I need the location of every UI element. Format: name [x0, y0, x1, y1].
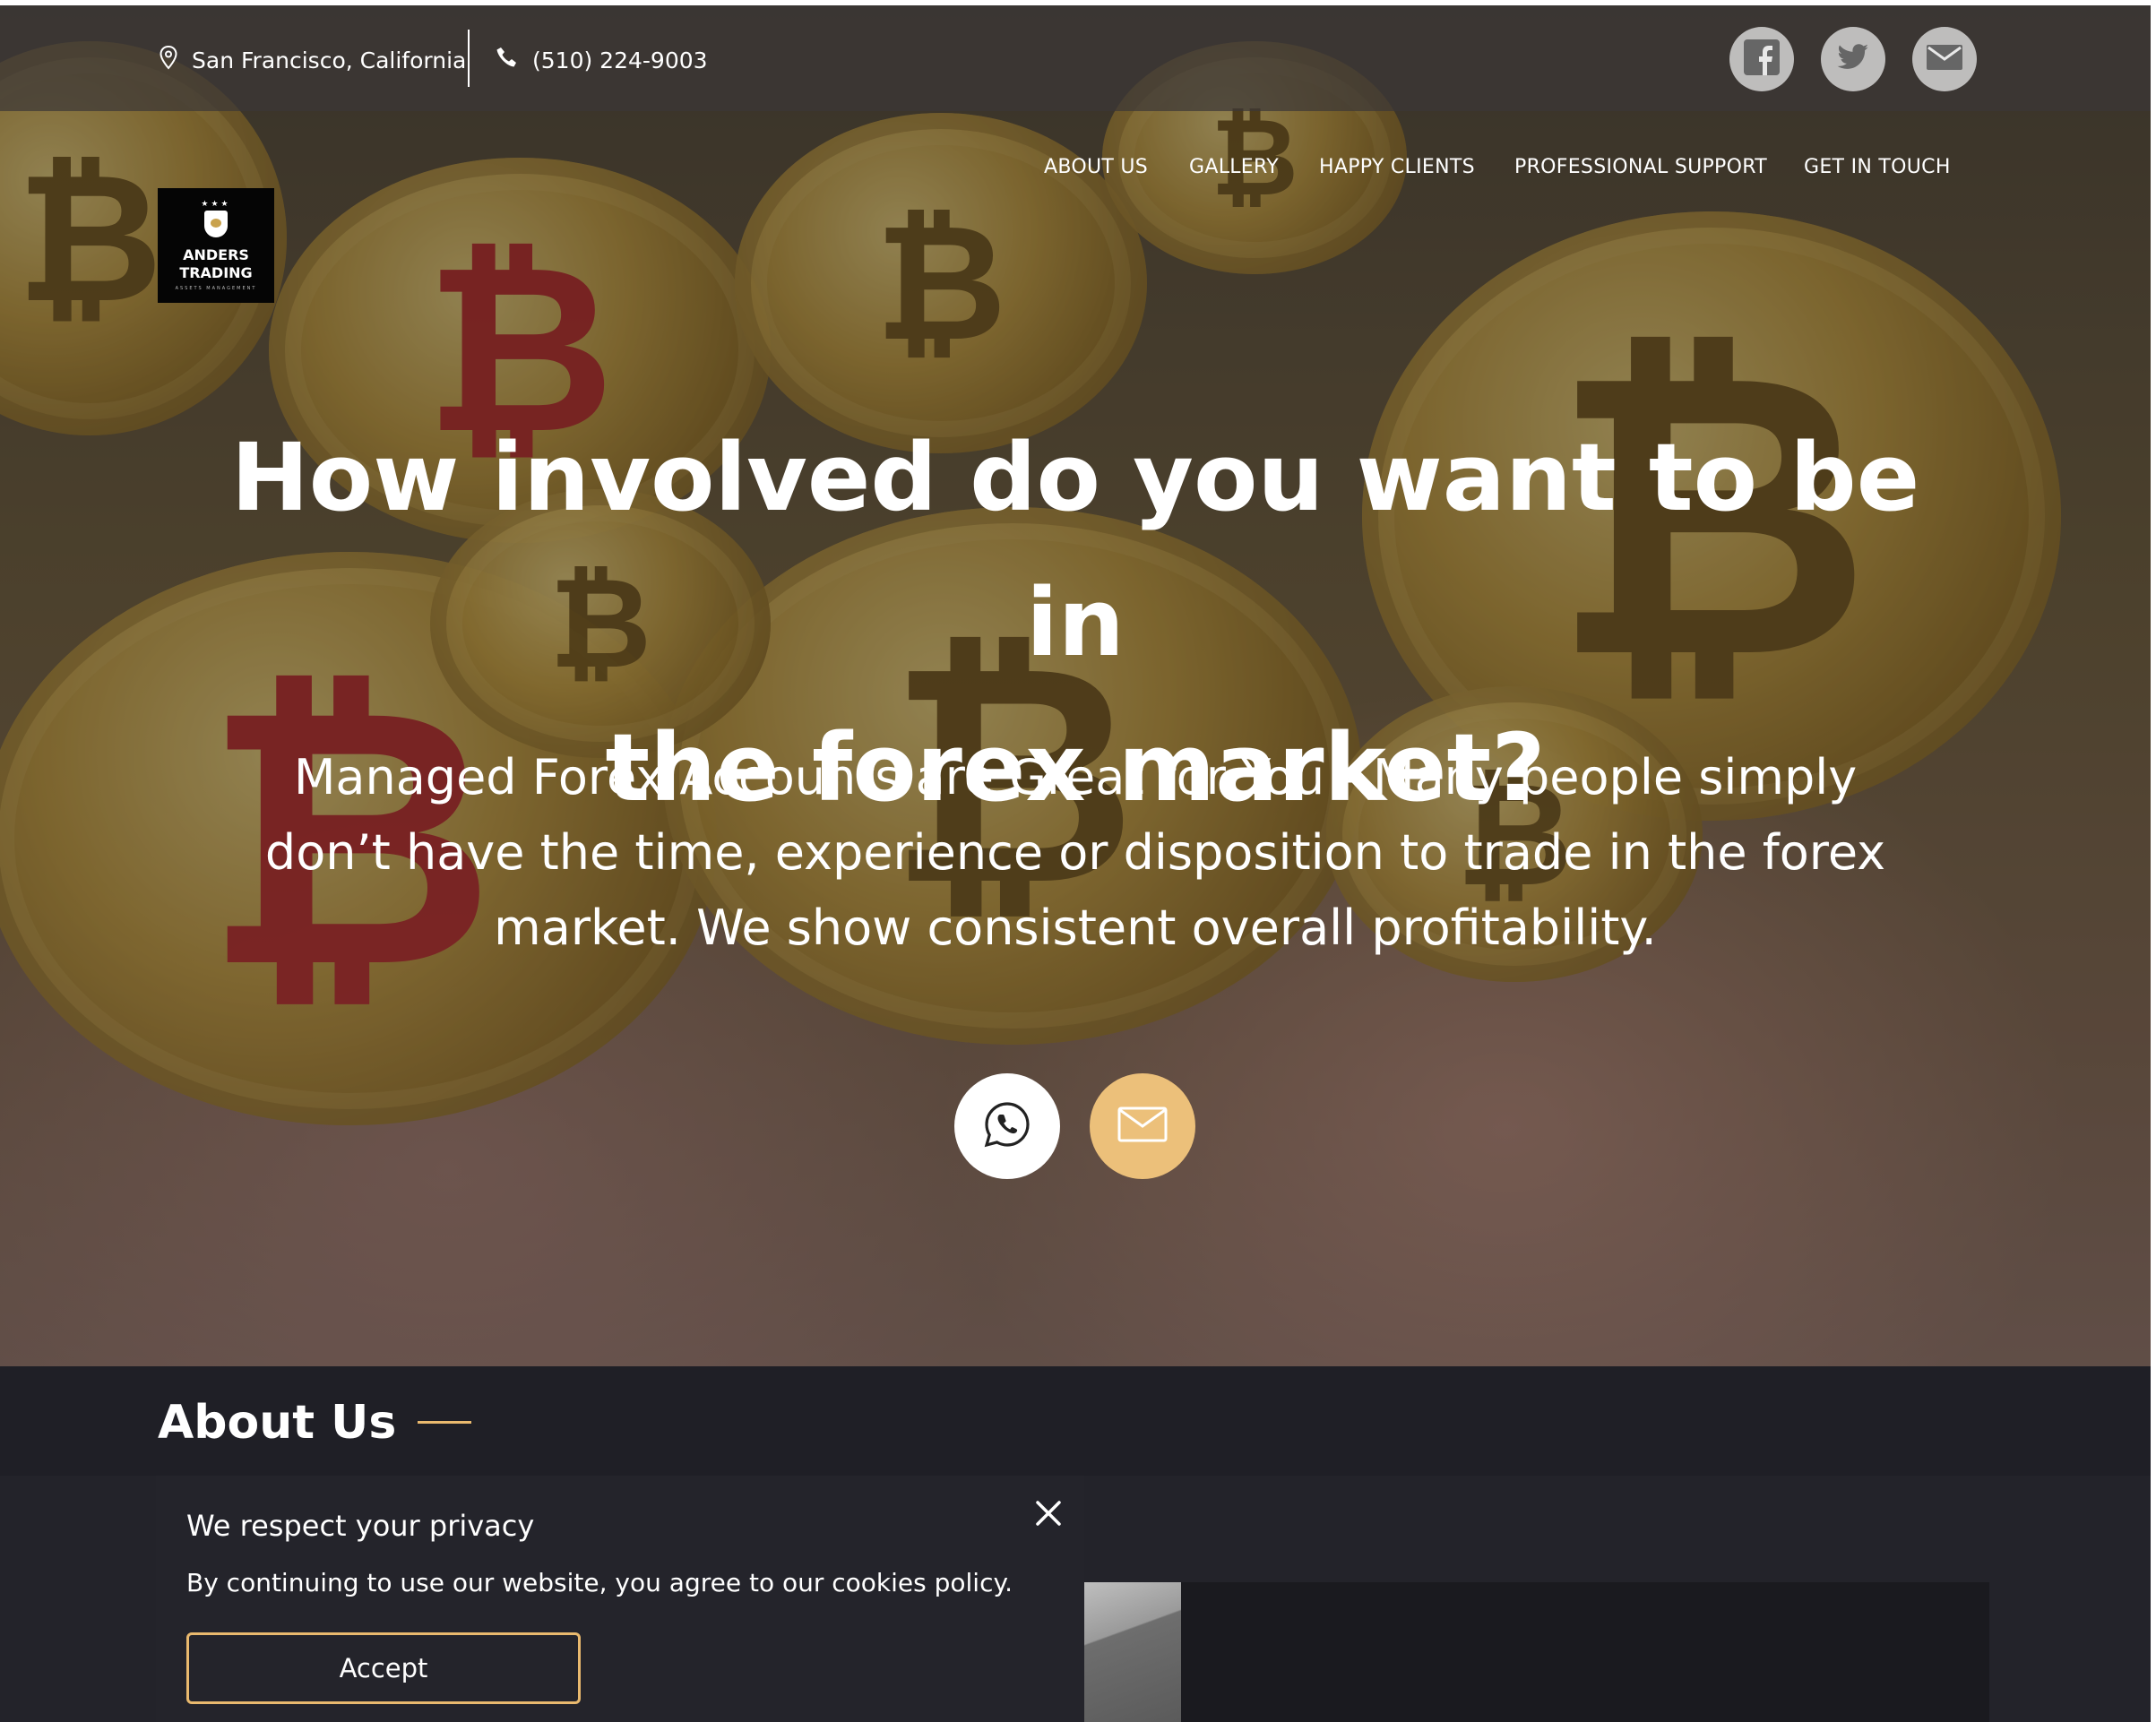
cookie-close-button[interactable]	[1031, 1497, 1066, 1533]
logo-stars: ★★★	[201, 200, 231, 209]
logo-tagline: ASSETS MANAGEMENT	[175, 286, 257, 291]
about-card	[1082, 1582, 1989, 1722]
email-button[interactable]	[1912, 27, 1977, 91]
cookie-text: By continuing to use our website, you ag…	[186, 1568, 1013, 1597]
mail-icon	[1927, 45, 1962, 73]
nav-about-us[interactable]: ABOUT US	[1044, 156, 1148, 181]
mail-icon	[1117, 1106, 1168, 1146]
hero-subtitle: Managed Forex Accounts are Great for You…	[197, 740, 1953, 966]
phone-info[interactable]: (510) 224-9003	[495, 45, 708, 75]
mail-cta-button[interactable]	[1090, 1073, 1195, 1179]
hero-subtitle-line-2: don’t have the time, experience or dispo…	[264, 824, 1886, 881]
nav-gallery[interactable]: GALLERY	[1189, 156, 1279, 181]
facebook-button[interactable]	[1729, 27, 1794, 91]
logo-line-1: ANDERS	[183, 246, 249, 263]
whatsapp-icon	[982, 1099, 1032, 1153]
cookie-title: We respect your privacy	[186, 1509, 535, 1543]
location-info: San Francisco, California	[158, 45, 466, 75]
about-title: About Us	[158, 1396, 397, 1450]
phone-icon	[495, 45, 520, 75]
about-image	[1082, 1582, 1181, 1722]
hero-subtitle-line-3: market. We show consistent overall profi…	[494, 900, 1657, 956]
hero-headline-line-1: How involved do you want to be in	[230, 423, 1920, 677]
topbar-divider	[468, 30, 470, 87]
shield-icon	[204, 211, 228, 237]
top-bar: San Francisco, California (510) 224-9003	[0, 5, 2151, 111]
whatsapp-button[interactable]	[954, 1073, 1060, 1179]
accept-button[interactable]: Accept	[186, 1632, 581, 1704]
twitter-button[interactable]	[1821, 27, 1885, 91]
nav-happy-clients[interactable]: HAPPY CLIENTS	[1319, 156, 1475, 181]
location-text: San Francisco, California	[192, 47, 467, 73]
logo-line-2: TRADING	[179, 264, 253, 281]
hero-subtitle-line-1: Managed Forex Accounts are Great for You…	[293, 749, 1858, 805]
cookie-banner: We respect your privacy By continuing to…	[156, 1476, 1084, 1722]
nav-get-in-touch[interactable]: GET IN TOUCH	[1804, 156, 1951, 181]
viewport-edge	[2151, 0, 2156, 1722]
nav-professional-support[interactable]: PROFESSIONAL SUPPORT	[1514, 156, 1767, 181]
twitter-icon	[1837, 44, 1869, 74]
facebook-icon	[1744, 39, 1780, 79]
hero-section: ₿ ₿ ₿ ₿ ₿ ₿ ₿ ₿ ₿ San Francisco, Califor…	[0, 5, 2151, 1366]
close-icon	[1035, 1500, 1062, 1530]
site-logo[interactable]: ★★★ ANDERS TRADING ASSETS MANAGEMENT	[158, 188, 274, 303]
map-pin-icon	[158, 45, 179, 75]
page: ₿ ₿ ₿ ₿ ₿ ₿ ₿ ₿ ₿ San Francisco, Califor…	[0, 5, 2151, 1722]
phone-number[interactable]: (510) 224-9003	[532, 47, 708, 73]
about-title-rule	[418, 1421, 471, 1424]
